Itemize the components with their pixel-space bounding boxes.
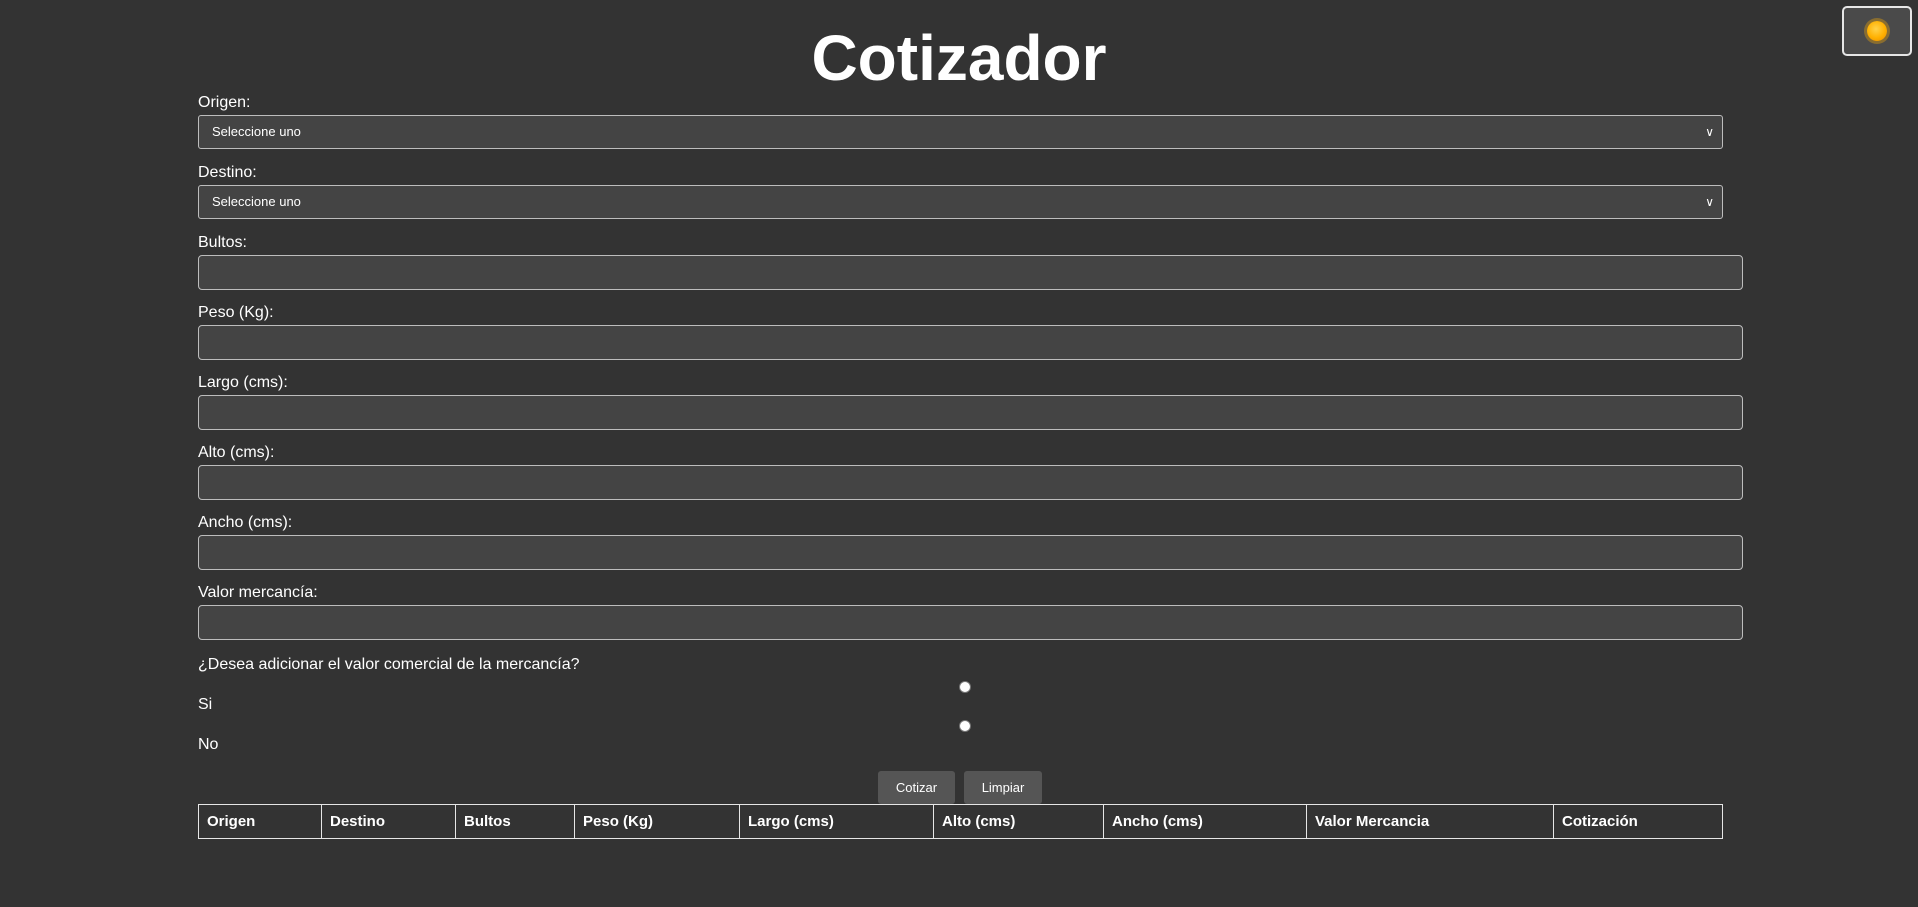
origen-select-value: Seleccione uno bbox=[212, 124, 301, 139]
quote-form: Origen: Seleccione uno ∨ Destino: Selecc… bbox=[198, 92, 1743, 652]
col-ancho: Ancho (cms) bbox=[1103, 804, 1307, 839]
no-radio[interactable] bbox=[959, 720, 971, 732]
col-destino: Destino bbox=[321, 804, 456, 839]
alto-field: Alto (cms): bbox=[198, 442, 1743, 512]
ancho-field: Ancho (cms): bbox=[198, 512, 1743, 582]
origen-label: Origen: bbox=[198, 94, 251, 111]
valor-field: Valor mercancía: bbox=[198, 582, 1743, 652]
col-largo: Largo (cms) bbox=[739, 804, 934, 839]
alto-label: Alto (cms): bbox=[198, 444, 275, 461]
peso-label: Peso (Kg): bbox=[198, 304, 274, 321]
bultos-input[interactable] bbox=[198, 255, 1743, 290]
chevron-down-icon: ∨ bbox=[1705, 195, 1714, 209]
largo-field: Largo (cms): bbox=[198, 372, 1743, 442]
col-origen: Origen bbox=[198, 804, 322, 839]
bultos-label: Bultos: bbox=[198, 234, 247, 251]
si-radio[interactable] bbox=[959, 681, 971, 693]
col-bultos: Bultos bbox=[455, 804, 575, 839]
page-title: Cotizador bbox=[811, 22, 1107, 94]
ancho-input[interactable] bbox=[198, 535, 1743, 570]
bultos-field: Bultos: bbox=[198, 232, 1743, 302]
valor-input[interactable] bbox=[198, 605, 1743, 640]
largo-label: Largo (cms): bbox=[198, 374, 288, 391]
col-peso: Peso (Kg) bbox=[574, 804, 740, 839]
largo-input[interactable] bbox=[198, 395, 1743, 430]
peso-field: Peso (Kg): bbox=[198, 302, 1743, 372]
origen-field: Origen: Seleccione uno ∨ bbox=[198, 92, 1743, 162]
destino-select[interactable]: Seleccione uno ∨ bbox=[198, 185, 1723, 219]
col-alto: Alto (cms) bbox=[933, 804, 1104, 839]
chevron-down-icon: ∨ bbox=[1705, 125, 1714, 139]
alto-input[interactable] bbox=[198, 465, 1743, 500]
valor-label: Valor mercancía: bbox=[198, 584, 318, 601]
table-header-row: Origen Destino Bultos Peso (Kg) Largo (c… bbox=[198, 804, 1723, 839]
destino-field: Destino: Seleccione uno ∨ bbox=[198, 162, 1743, 232]
limpiar-button[interactable]: Limpiar bbox=[964, 771, 1042, 804]
quotes-table: Origen Destino Bultos Peso (Kg) Largo (c… bbox=[198, 804, 1723, 839]
no-label: No bbox=[198, 736, 219, 753]
col-valor: Valor Mercancia bbox=[1306, 804, 1554, 839]
si-label: Si bbox=[198, 696, 213, 713]
ancho-label: Ancho (cms): bbox=[198, 514, 293, 531]
origen-select[interactable]: Seleccione uno ∨ bbox=[198, 115, 1723, 149]
col-cotizacion: Cotización bbox=[1553, 804, 1723, 839]
peso-input[interactable] bbox=[198, 325, 1743, 360]
destino-label: Destino: bbox=[198, 164, 257, 181]
cotizar-button[interactable]: Cotizar bbox=[878, 771, 955, 804]
commercial-value-question: ¿Desea adicionar el valor comercial de l… bbox=[198, 656, 580, 673]
destino-select-value: Seleccione uno bbox=[212, 194, 301, 209]
